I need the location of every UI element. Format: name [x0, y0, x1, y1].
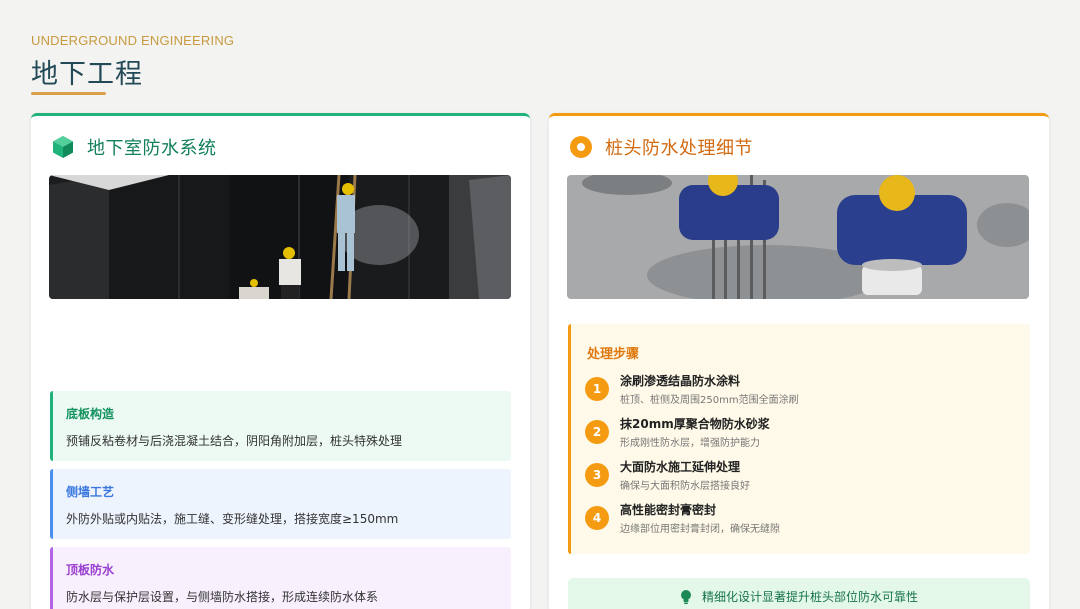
cube-icon	[51, 135, 75, 159]
processing-steps: 处理步骤 1 涂刷渗透结晶防水涂料 桩顶、桩侧及周围250mm范围全面涂刷 2 …	[568, 324, 1030, 554]
tip-banner: 精细化设计显著提升桩头部位防水可靠性	[568, 578, 1030, 609]
step-title: 涂刷渗透结晶防水涂料	[620, 374, 741, 388]
step-number: 4	[585, 506, 609, 530]
side-wall-text: 外防外贴或内贴法，施工缝、变形缝处理，搭接宽度≥150mm	[66, 512, 399, 526]
basement-waterproofing-photo	[49, 175, 511, 299]
lightbulb-icon	[680, 589, 692, 604]
step-title: 大面防水施工延伸处理	[620, 460, 741, 474]
pile-head-card: 桩头防水处理细节 处理步骤 1 涂刷渗透结晶防水涂料 桩顶、桩侧及周围250mm…	[549, 113, 1049, 609]
side-wall-box: 侧墙工艺 外防外贴或内贴法，施工缝、变形缝处理，搭接宽度≥150mm	[50, 469, 511, 539]
steps-title: 处理步骤	[587, 347, 640, 362]
card-header: 桩头防水处理细节	[569, 134, 753, 160]
card-title: 地下室防水系统	[87, 138, 217, 159]
roof-slab-text: 防水层与保护层设置，与侧墙防水搭接，形成连续防水体系	[66, 590, 379, 604]
step-item: 4 高性能密封膏密封 边缘部位用密封膏封闭，确保无缝隙	[585, 503, 780, 535]
step-desc: 确保与大面积防水层搭接良好	[620, 481, 750, 492]
step-number: 1	[585, 377, 609, 401]
step-number: 2	[585, 420, 609, 444]
tip-text: 精细化设计显著提升桩头部位防水可靠性	[701, 590, 918, 604]
step-title: 高性能密封膏密封	[620, 503, 717, 517]
page-eyebrow: UNDERGROUND ENGINEERING	[31, 33, 235, 48]
card-title: 桩头防水处理细节	[605, 138, 753, 159]
page-title: 地下工程	[31, 59, 143, 90]
basement-waterproofing-card: 地下室防水系统 底板构造 预铺反粘卷材与后浇混凝土结合，阴阳角附加层，桩头特殊处…	[31, 113, 530, 609]
step-desc: 桩顶、桩侧及周围250mm范围全面涂刷	[620, 395, 799, 406]
pile-head-treatment-photo	[567, 175, 1029, 299]
title-underline	[31, 92, 106, 95]
ring-icon	[569, 135, 593, 159]
side-wall-title: 侧墙工艺	[66, 485, 115, 499]
step-desc: 边缘部位用密封膏封闭，确保无缝隙	[620, 524, 780, 535]
floor-slab-text: 预铺反粘卷材与后浇混凝土结合，阴阳角附加层，桩头特殊处理	[66, 434, 403, 448]
step-item: 1 涂刷渗透结晶防水涂料 桩顶、桩侧及周围250mm范围全面涂刷	[585, 374, 799, 406]
card-header: 地下室防水系统	[51, 134, 217, 160]
floor-slab-title: 底板构造	[66, 407, 115, 421]
step-item: 3 大面防水施工延伸处理 确保与大面积防水层搭接良好	[585, 460, 750, 492]
roof-slab-box: 顶板防水 防水层与保护层设置，与侧墙防水搭接，形成连续防水体系	[50, 547, 511, 609]
roof-slab-title: 顶板防水	[66, 563, 115, 577]
step-desc: 形成刚性防水层，增强防护能力	[620, 438, 760, 449]
step-title: 抹20mm厚聚合物防水砂浆	[620, 417, 770, 431]
floor-slab-box: 底板构造 预铺反粘卷材与后浇混凝土结合，阴阳角附加层，桩头特殊处理	[50, 391, 511, 461]
step-number: 3	[585, 463, 609, 487]
step-item: 2 抹20mm厚聚合物防水砂浆 形成刚性防水层，增强防护能力	[585, 417, 770, 449]
